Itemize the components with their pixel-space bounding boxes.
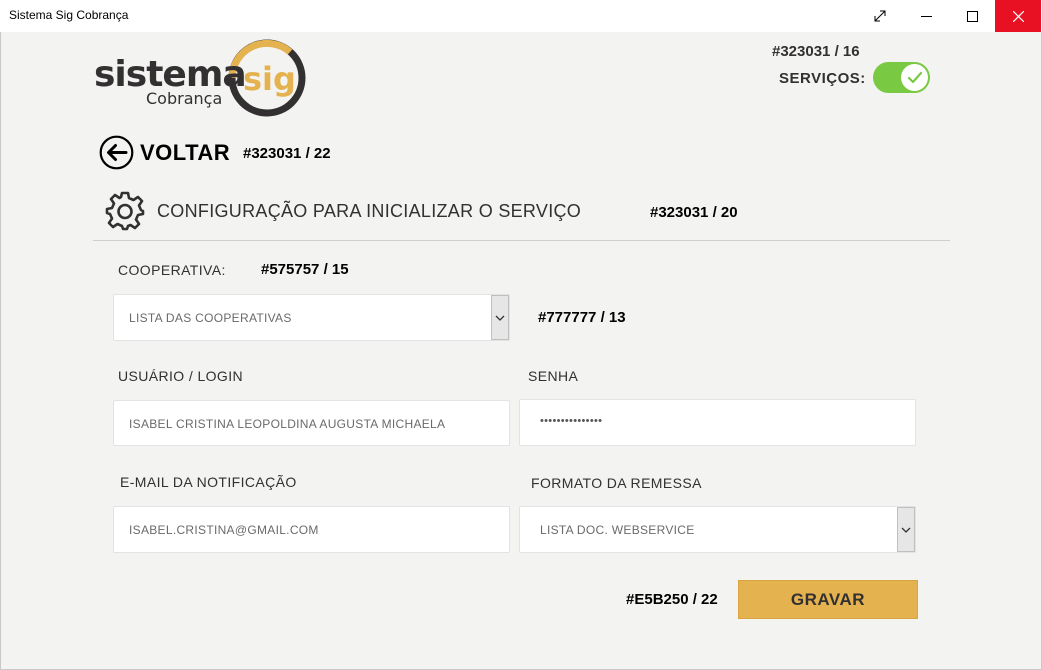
chevron-down-icon <box>901 527 911 533</box>
window-title: Sistema Sig Cobrança <box>9 8 129 22</box>
cooperativa-value-note: #777777 / 13 <box>538 309 626 326</box>
cooperativa-dropdown-button[interactable] <box>491 295 509 340</box>
title-bar: Sistema Sig Cobrança <box>0 0 1042 32</box>
minimize-icon <box>920 15 932 17</box>
senha-label: SENHA <box>528 368 579 384</box>
save-button[interactable]: GRAVAR <box>738 580 918 619</box>
senha-input-value: ••••••••••••••• <box>540 415 603 427</box>
expand-icon <box>874 10 886 22</box>
usuario-label: USUÁRIO / LOGIN <box>118 368 244 384</box>
logo-sub-text: Cobrança <box>146 89 222 108</box>
maximize-icon <box>966 10 978 22</box>
save-color-note: #E5B250 / 22 <box>626 591 718 608</box>
formato-select-value: LISTA DOC. WEBSERVICE <box>540 523 695 537</box>
cooperativa-label: COOPERATIVA: <box>118 262 226 278</box>
email-label: E-MAIL DA NOTIFICAÇÃO <box>120 474 297 490</box>
email-input-value: ISABEL.CRISTINA@GMAIL.COM <box>129 523 319 537</box>
cooperativa-label-note: #575757 / 15 <box>261 261 349 278</box>
section-color-note: #323031 / 20 <box>650 204 738 221</box>
senha-input[interactable]: ••••••••••••••• <box>519 399 916 446</box>
email-input[interactable]: ISABEL.CRISTINA@GMAIL.COM <box>113 506 510 553</box>
minimize-button[interactable] <box>903 0 949 32</box>
services-color-note: #323031 / 16 <box>772 43 860 60</box>
section-title: CONFIGURAÇÃO PARA INICIALIZAR O SERVIÇO <box>157 201 582 221</box>
fullscreen-button[interactable] <box>857 0 903 32</box>
app-logo: sistema sig Cobrança <box>94 38 312 120</box>
back-arrow-icon[interactable] <box>99 135 134 170</box>
back-color-note: #323031 / 22 <box>243 145 331 162</box>
check-icon <box>907 71 922 83</box>
formato-select[interactable]: LISTA DOC. WEBSERVICE <box>519 506 916 553</box>
chevron-down-icon <box>495 315 505 321</box>
cooperativa-select[interactable]: LISTA DAS COOPERATIVAS <box>113 294 510 341</box>
back-button[interactable]: VOLTAR <box>140 140 230 166</box>
gear-icon <box>105 191 145 231</box>
close-icon <box>1012 10 1024 22</box>
cooperativa-select-value: LISTA DAS COOPERATIVAS <box>129 311 292 325</box>
usuario-input-value: ISABEL CRISTINA LEOPOLDINA AUGUSTA MICHA… <box>129 417 446 431</box>
logo-badge-text: sig <box>243 60 296 98</box>
section-divider <box>93 240 950 241</box>
close-button[interactable] <box>995 0 1041 32</box>
formato-dropdown-button[interactable] <box>897 507 915 552</box>
toggle-knob <box>901 64 928 91</box>
formato-label: FORMATO DA REMESSA <box>531 475 702 491</box>
usuario-input[interactable]: ISABEL CRISTINA LEOPOLDINA AUGUSTA MICHA… <box>113 400 510 446</box>
services-toggle[interactable] <box>873 62 930 93</box>
maximize-button[interactable] <box>949 0 995 32</box>
services-label: SERVIÇOS: <box>779 70 866 87</box>
